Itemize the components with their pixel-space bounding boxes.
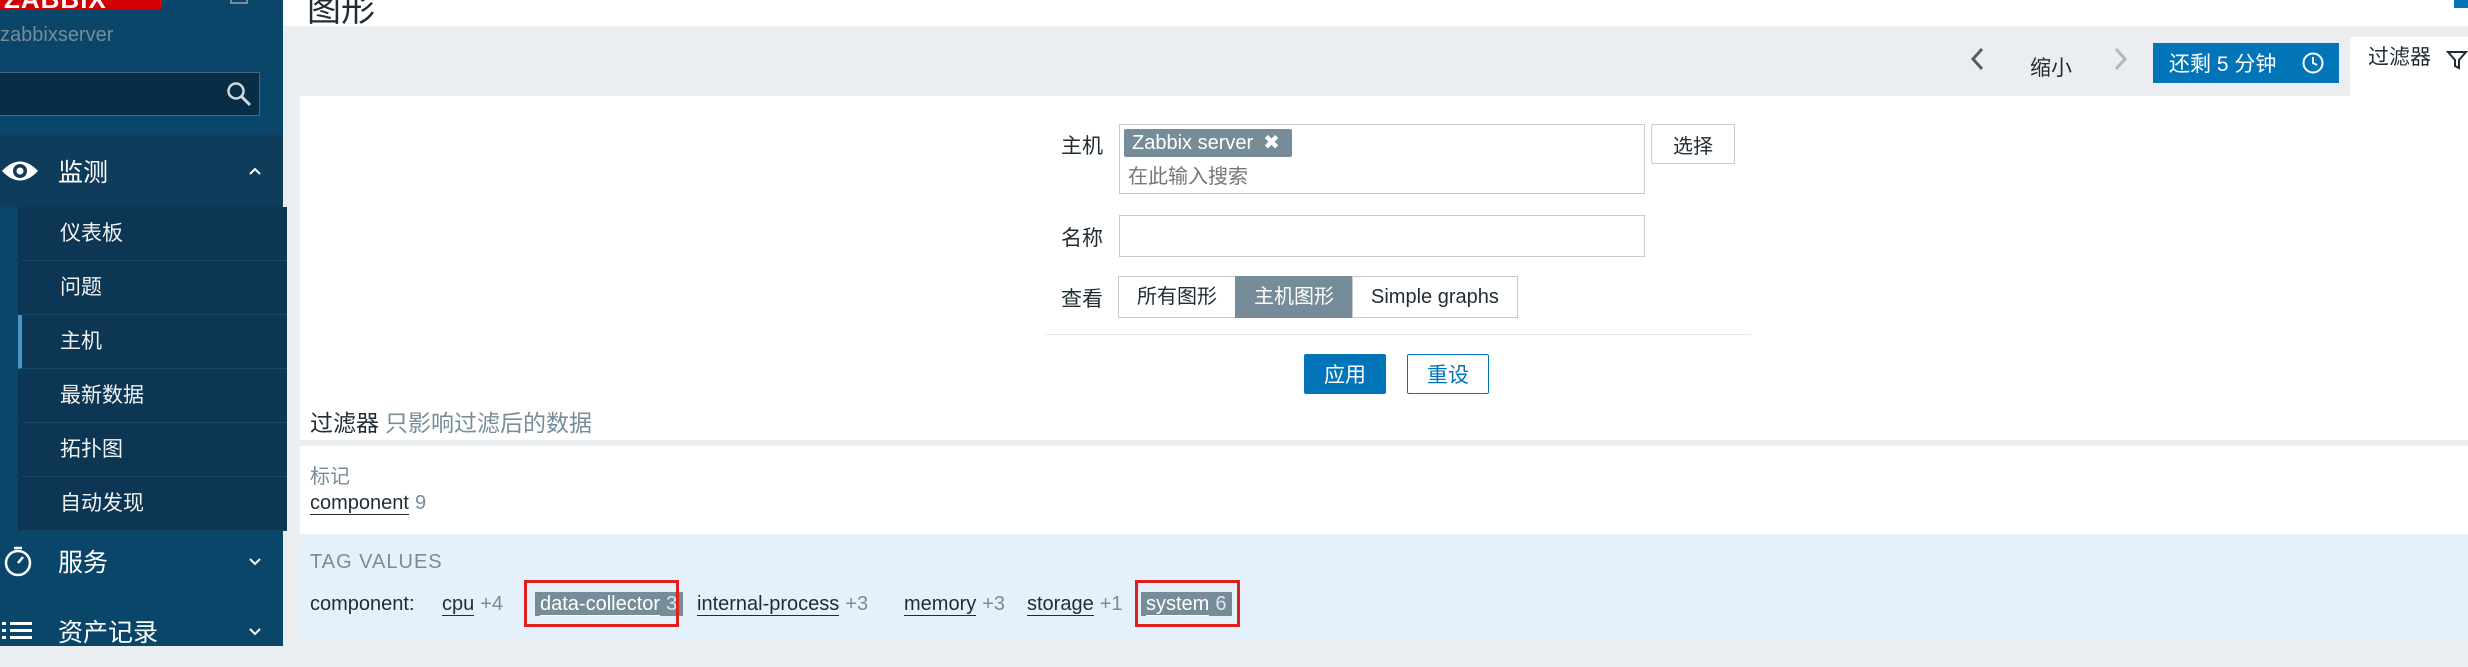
sidebar-search [0, 72, 260, 116]
apply-button[interactable]: 应用 [1304, 354, 1386, 394]
chevron-right-icon [2114, 47, 2128, 71]
nav-section-monitoring[interactable]: 监测 [0, 135, 283, 207]
sidebar-item-dashboard[interactable]: 仪表板 [22, 207, 287, 261]
tag-count: 9 [414, 492, 427, 514]
filter-tab[interactable]: 过滤器 [2350, 37, 2468, 96]
filter-heading: 过滤器 只影响过滤后的数据 [310, 404, 592, 438]
tags-list: component 9 [310, 492, 426, 515]
collapse-sidebar-icon[interactable] [230, 0, 248, 4]
tag-value-count: +1 [1099, 593, 1123, 615]
sidebar-search-input[interactable] [0, 73, 214, 115]
view-option-all-graphs[interactable]: 所有图形 [1118, 276, 1236, 318]
eye-icon [2, 161, 38, 181]
previous-period-button[interactable] [1969, 46, 1985, 80]
tag-values-heading: TAG VALUES [310, 551, 443, 573]
sidebar-item-discovery[interactable]: 自动发现 [22, 477, 287, 531]
tag-value-memory[interactable]: memory +3 [904, 588, 1005, 620]
nav-section-label: 资产记录 [58, 619, 159, 647]
sidebar: ZABBIX zabbixserver 监测 仪表板 问题 主机 最新数据 拓扑… [0, 0, 287, 647]
tag-key-label: component: [310, 593, 415, 615]
next-period-button[interactable] [2113, 46, 2129, 80]
tag-value-text: internal-process [697, 593, 840, 616]
filter-tab-label: 过滤器 [2368, 46, 2431, 69]
sidebar-item-problems[interactable]: 问题 [22, 261, 287, 315]
divider [1046, 334, 1751, 335]
view-label: 查看 [1061, 288, 1103, 311]
tag-value-count: +3 [845, 593, 869, 615]
header-action-button[interactable] [2454, 0, 2468, 8]
tags-section: 标记 component 9 [300, 446, 2468, 534]
tag-value-text: memory [904, 593, 977, 616]
chevron-down-icon [249, 558, 261, 566]
time-range-label: 还剩 5 分钟 [2169, 53, 2277, 76]
filter-panel: 主机 Zabbix server ✖ 选择 名称 查看 所有图形 主机图形 Sim… [300, 96, 2468, 440]
filter-heading-subtitle: 只影响过滤后的数据 [385, 410, 592, 436]
list-icon [2, 622, 32, 639]
view-option-host-graphs[interactable]: 主机图形 [1235, 276, 1353, 318]
view-toggle: 所有图形 主机图形 Simple graphs [1118, 276, 1518, 318]
selected-host-name: Zabbix server [1132, 132, 1254, 154]
tag-value-internal-process[interactable]: internal-process +3 [697, 588, 868, 620]
funnel-icon [2446, 51, 2468, 70]
nav-section-services[interactable]: 服务 [0, 525, 283, 597]
name-field[interactable] [1119, 215, 1645, 257]
chevron-down-icon [249, 628, 261, 636]
tag-value-storage[interactable]: storage +1 [1027, 588, 1123, 620]
monitoring-submenu: 仪表板 问题 主机 最新数据 拓扑图 自动发现 [18, 207, 287, 531]
sidebar-item-hosts[interactable]: 主机 [18, 315, 287, 369]
time-range-button[interactable]: 还剩 5 分钟 [2153, 43, 2339, 83]
page-header: 图形 [283, 0, 2468, 29]
zoom-out-button[interactable]: 缩小 [2030, 52, 2072, 82]
sidebar-item-maps[interactable]: 拓扑图 [22, 423, 287, 477]
highlight-box [1135, 580, 1240, 627]
tag-value-text: storage [1027, 593, 1094, 616]
host-search-input[interactable] [1126, 163, 1630, 191]
time-controls: 缩小 还剩 5 分钟 过滤器 [283, 26, 2468, 96]
filter-heading-title: 过滤器 [310, 410, 379, 436]
name-label: 名称 [1061, 227, 1103, 250]
highlight-box [524, 580, 679, 627]
zabbix-logo[interactable]: ZABBIX [0, 0, 162, 10]
view-option-simple-graphs[interactable]: Simple graphs [1352, 276, 1518, 318]
page-bottom-edge [283, 640, 2468, 646]
nav-section-inventory[interactable]: 资产记录 [0, 595, 283, 667]
search-icon[interactable] [226, 81, 252, 107]
sidebar-item-latest-data[interactable]: 最新数据 [22, 369, 287, 423]
chevron-left-icon [1970, 47, 1984, 71]
tag-component-link[interactable]: component [310, 492, 409, 515]
tag-value-count: +4 [480, 593, 504, 615]
tag-value-count: +3 [982, 593, 1006, 615]
host-multiselect[interactable]: Zabbix server ✖ [1119, 124, 1645, 194]
selected-host-chip: Zabbix server ✖ [1124, 129, 1292, 157]
tag-value-text: cpu [442, 593, 475, 616]
tag-value-cpu[interactable]: cpu +4 [442, 588, 503, 620]
nav-section-label: 服务 [58, 549, 109, 577]
select-host-button[interactable]: 选择 [1651, 124, 1735, 164]
chevron-up-icon [249, 167, 261, 175]
tags-heading: 标记 [310, 466, 350, 488]
remove-host-icon[interactable]: ✖ [1263, 132, 1280, 154]
server-name: zabbixserver [0, 24, 114, 46]
nav-section-label: 监测 [58, 159, 109, 187]
reset-button[interactable]: 重设 [1407, 354, 1489, 394]
stopwatch-icon [4, 546, 32, 577]
host-label: 主机 [1061, 135, 1103, 158]
clock-icon [2302, 52, 2324, 74]
